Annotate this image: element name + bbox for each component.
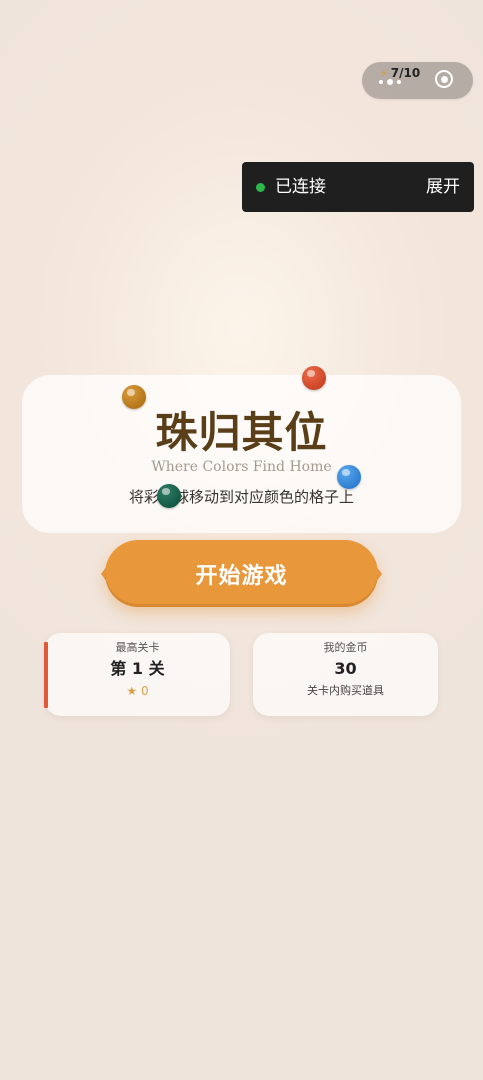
more-dots-icon[interactable] <box>379 79 405 85</box>
star-count: ★ 0 <box>126 684 149 698</box>
game-title: 珠归其位 <box>155 408 328 457</box>
lightning-icon: ⚡ <box>380 66 388 80</box>
expand-button[interactable]: 展开 <box>426 176 460 198</box>
highest-level-value: 第 1 关 <box>110 659 165 678</box>
coins-value: 30 <box>334 659 357 678</box>
ball-amber <box>122 385 146 409</box>
coins-label: 我的金币 <box>323 641 368 654</box>
connection-status-dot <box>256 183 265 192</box>
game-subtitle: Where Colors Find Home <box>151 459 332 475</box>
connection-status-label: 已连接 <box>275 177 326 197</box>
energy-count: 7/10 <box>390 66 421 80</box>
start-game-button[interactable]: 开始游戏 <box>105 540 378 607</box>
game-description: 将彩色球移动到对应颜色的格子上 <box>128 488 354 506</box>
coins-note: 关卡内购买道具 <box>307 684 384 697</box>
highest-level-label: 最高关卡 <box>115 641 160 654</box>
ball-red <box>302 366 326 390</box>
ball-blue <box>337 465 361 489</box>
ball-green <box>157 484 181 508</box>
target-close-icon[interactable] <box>435 70 453 88</box>
